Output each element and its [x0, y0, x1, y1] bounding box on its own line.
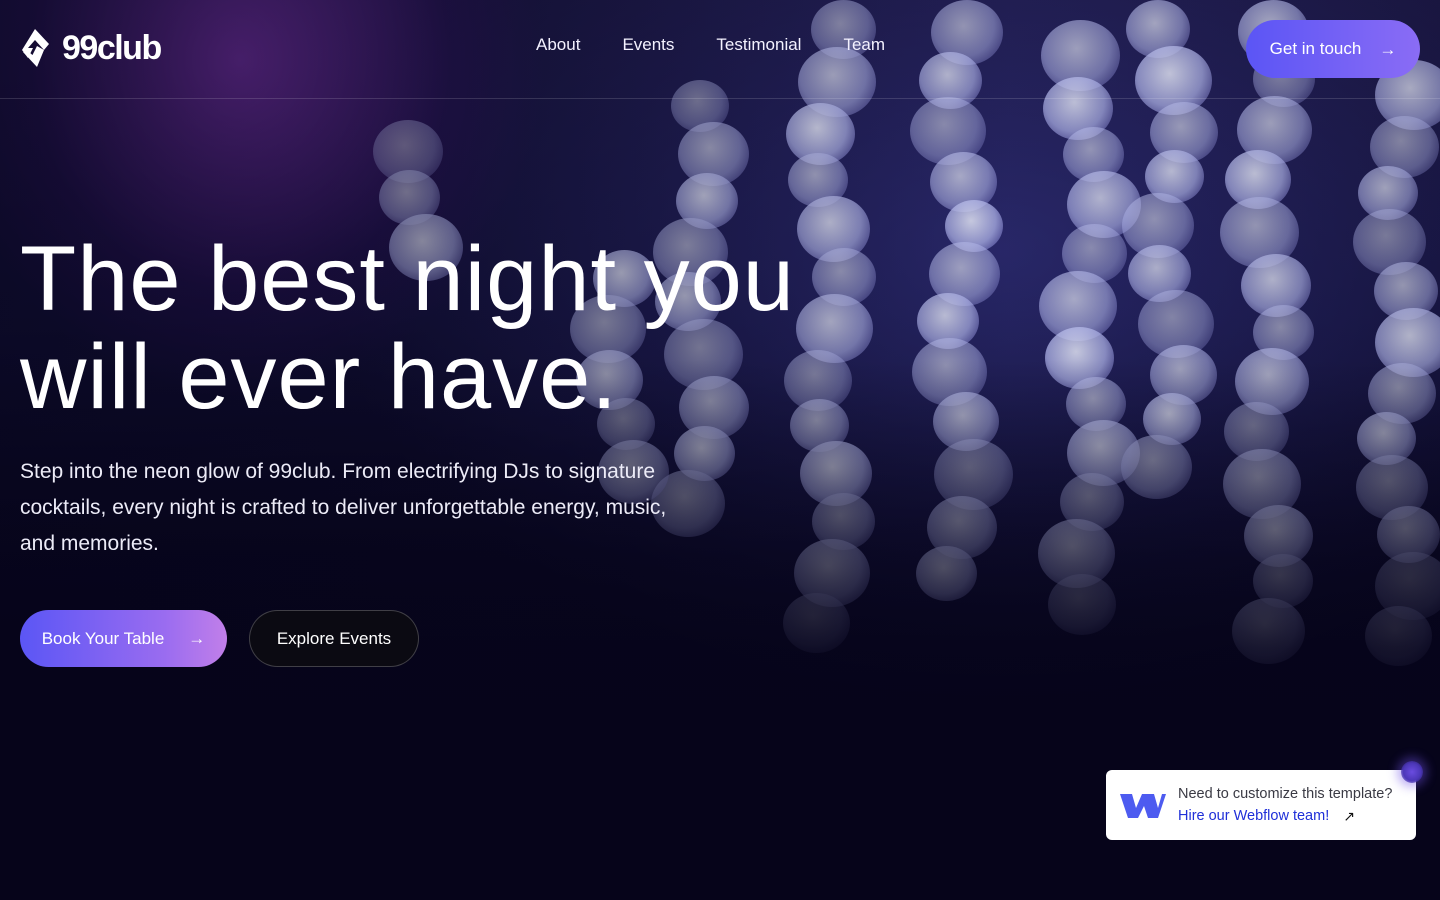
- get-in-touch-button[interactable]: Get in touch →: [1246, 20, 1420, 78]
- get-in-touch-label: Get in touch: [1269, 39, 1362, 58]
- hero-background: [0, 0, 1440, 900]
- hire-webflow-label: Hire our Webflow team!: [1178, 808, 1330, 824]
- hero-title-line-2: will ever have.: [20, 326, 618, 428]
- hero-title-line-1: The best night you: [20, 228, 795, 330]
- promo-text: Need to customize this template? Hire ou…: [1178, 786, 1392, 825]
- arrow-right-icon: →: [1379, 39, 1397, 59]
- external-link-icon: ↗: [1343, 807, 1355, 824]
- explore-events-button[interactable]: Explore Events: [249, 610, 419, 667]
- promo-close-dot[interactable]: [1401, 761, 1423, 783]
- webflow-logo: [1120, 794, 1166, 818]
- hero-title: The best night you will ever have.: [20, 230, 820, 426]
- main-nav: About Events Testimonial Team: [536, 35, 885, 55]
- background-overlay: [0, 0, 1440, 900]
- nav-link-about[interactable]: About: [536, 35, 580, 55]
- brand-name: 99club: [62, 28, 162, 67]
- hero-subtitle: Step into the neon glow of 99club. From …: [20, 460, 667, 555]
- navbar: 99club About Events Testimonial Team Get…: [0, 0, 1440, 99]
- promo-title: Need to customize this template?: [1178, 785, 1393, 802]
- webflow-promo-card: Need to customize this template? Hire ou…: [1106, 770, 1416, 840]
- logo-icon: [22, 29, 49, 67]
- book-table-button[interactable]: Book Your Table →: [20, 610, 227, 667]
- brand-logo[interactable]: 99club: [20, 28, 162, 68]
- hire-webflow-link[interactable]: Hire our Webflow team! ↗: [1178, 808, 1392, 825]
- nav-link-events[interactable]: Events: [622, 35, 674, 55]
- nav-link-testimonial[interactable]: Testimonial: [716, 35, 801, 55]
- book-table-label: Book Your Table: [41, 628, 165, 648]
- arrow-right-icon: →: [188, 629, 206, 648]
- nav-link-team[interactable]: Team: [843, 35, 885, 55]
